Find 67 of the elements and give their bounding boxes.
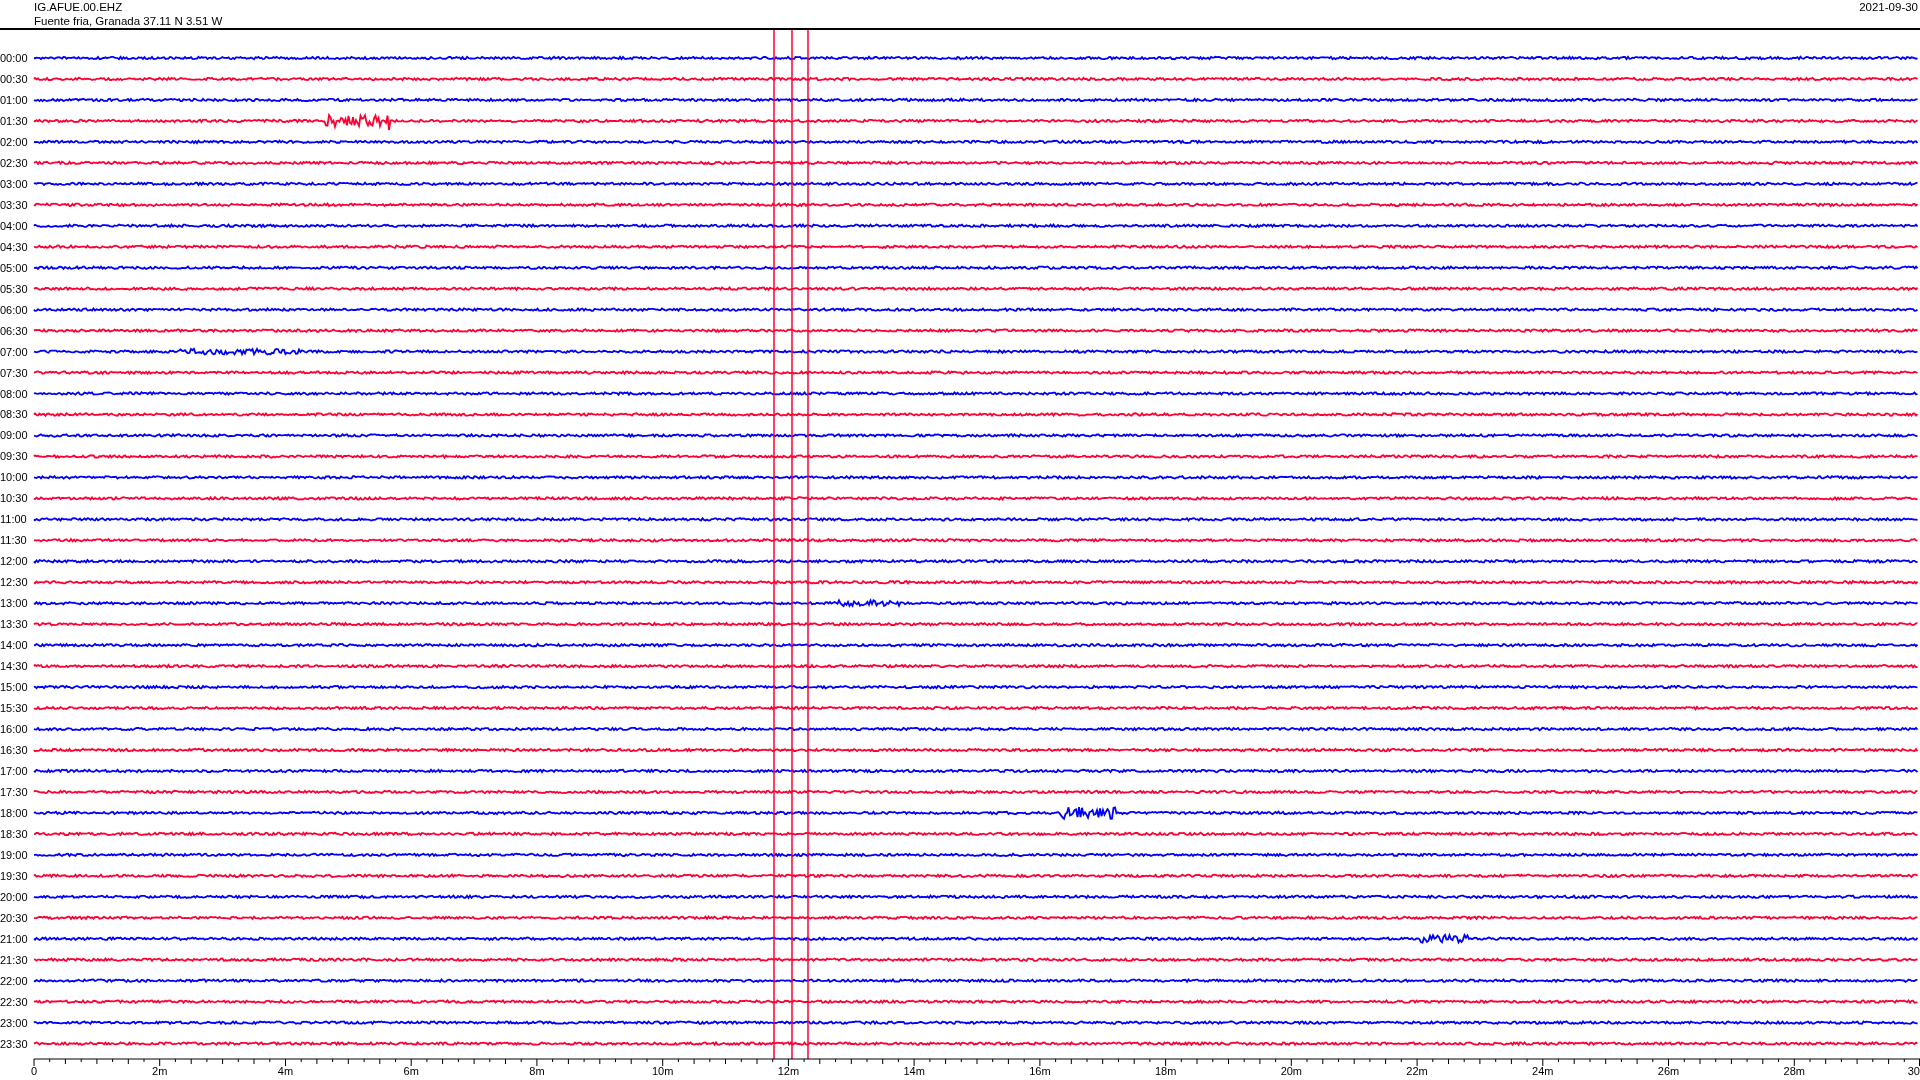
time-label: 23:30: [0, 1037, 28, 1050]
time-label: 07:00: [0, 345, 28, 358]
axis-tick-label: 16m: [1029, 1065, 1051, 1077]
time-label: 03:00: [0, 177, 28, 190]
time-label: 13:30: [0, 618, 28, 631]
time-label: 11:30: [0, 534, 27, 547]
axis-tick-label: 2m: [152, 1065, 168, 1077]
time-label: 17:00: [0, 765, 28, 777]
time-label: 20:30: [0, 911, 28, 924]
axis-tick-label: 18m: [1154, 1065, 1177, 1077]
time-label: 16:00: [0, 723, 28, 736]
axis-tick-label: 26m: [1657, 1065, 1680, 1077]
axis-tick-label: 4m: [277, 1065, 294, 1077]
time-label: 20:00: [0, 890, 28, 903]
time-label: 10:00: [0, 471, 28, 484]
time-label: 17:30: [0, 785, 28, 798]
axis-tick-label: 10m: [651, 1065, 674, 1077]
axis-tick-label: 24m: [1532, 1065, 1554, 1077]
time-label: 23:00: [0, 1016, 28, 1029]
time-label: 01:00: [0, 93, 28, 106]
time-label: 07:30: [0, 366, 28, 379]
time-label: 15:00: [0, 681, 28, 694]
time-label: 04:00: [0, 219, 28, 232]
time-label: 19:00: [0, 848, 28, 861]
time-label: 13:00: [0, 597, 28, 610]
time-label: 03:30: [0, 198, 28, 211]
time-label: 04:30: [0, 240, 28, 253]
time-label: 10:30: [0, 492, 28, 505]
axis-tick-label: 20m: [1280, 1065, 1303, 1077]
time-label: 00:30: [0, 72, 28, 85]
time-label: 05:00: [0, 261, 28, 274]
time-label: 22:30: [0, 995, 28, 1008]
axis-tick-label: 12m: [777, 1065, 800, 1077]
axis-tick-label: 8m: [529, 1065, 545, 1077]
time-label: 15:30: [0, 702, 28, 715]
axis-tick-label: 22m: [1406, 1065, 1428, 1077]
time-label: 21:30: [0, 953, 28, 966]
time-label: 11:00: [0, 513, 27, 526]
axis-tick-label: 0: [31, 1065, 38, 1077]
station-location: Fuente fria, Granada 37.11 N 3.51 W: [34, 14, 223, 28]
time-label: 05:30: [0, 282, 28, 295]
time-label: 12:00: [0, 555, 28, 568]
time-label: 19:30: [0, 869, 28, 882]
axis-tick-label: 14m: [903, 1065, 925, 1077]
time-label: 22:00: [0, 974, 28, 987]
axis-tick-label: 6m: [403, 1065, 419, 1077]
plot-date: 2021-09-30: [1859, 0, 1919, 15]
time-label: 02:00: [0, 135, 28, 148]
time-label: 02:30: [0, 156, 28, 169]
axis-tick-label: 30: [1907, 1065, 1920, 1077]
time-label: 06:00: [0, 303, 28, 316]
station-code: IG.AFUE.00.EHZ: [34, 0, 124, 14]
time-label: 08:00: [0, 387, 28, 400]
time-label: 08:30: [0, 408, 28, 421]
time-label: 18:30: [0, 827, 28, 840]
time-label: 14:30: [0, 660, 28, 673]
axis-tick-label: 28m: [1783, 1065, 1805, 1077]
time-label: 01:30: [0, 114, 28, 127]
time-label: 16:30: [0, 744, 28, 756]
time-label: 06:30: [0, 324, 28, 337]
time-label: 18:00: [0, 806, 28, 819]
time-label: 21:00: [0, 932, 28, 945]
time-label: 09:30: [0, 450, 28, 463]
time-label: 09:00: [0, 429, 28, 442]
time-label: 12:30: [0, 576, 28, 589]
time-label: 14:00: [0, 639, 28, 652]
time-label: 00:00: [0, 52, 28, 64]
